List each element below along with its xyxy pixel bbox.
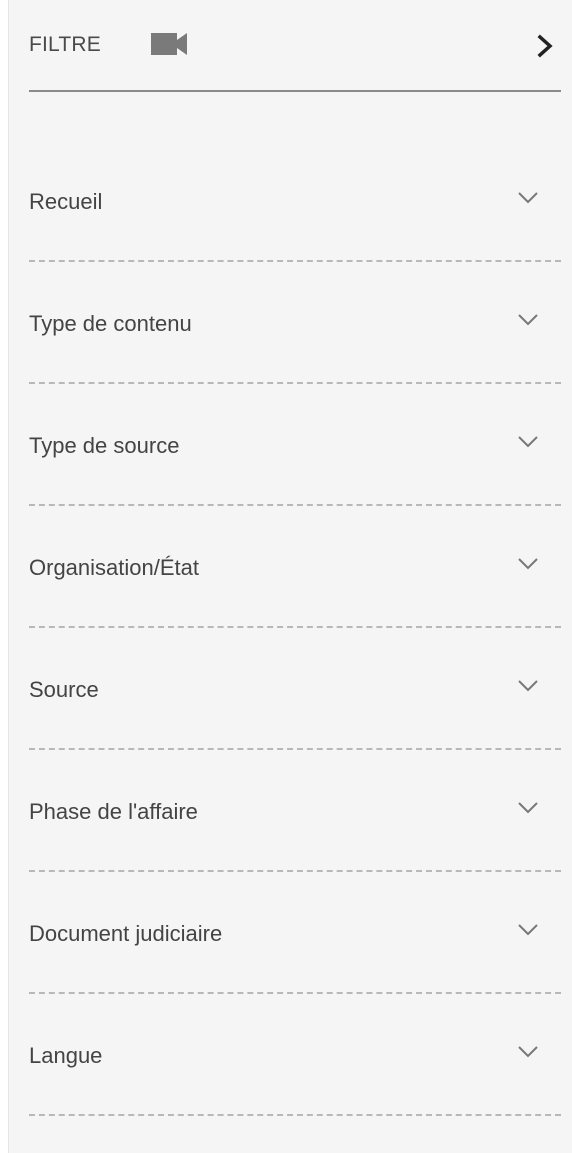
chevron-down-icon[interactable]	[517, 435, 539, 449]
chevron-right-icon[interactable]	[533, 32, 557, 60]
video-camera-icon	[151, 33, 187, 55]
filter-label: Type de contenu	[29, 311, 192, 336]
chevron-down-icon[interactable]	[517, 313, 539, 327]
filter-header: FILTRE	[29, 0, 561, 92]
filter-type-de-contenu[interactable]: Type de contenu	[29, 262, 561, 384]
filter-title: FILTRE	[29, 33, 101, 56]
filter-source[interactable]: Source	[29, 628, 561, 750]
filter-label: Source	[29, 677, 99, 702]
filter-label: Type de source	[29, 433, 180, 458]
filter-list: Recueil Type de contenu Type de source O…	[29, 140, 561, 1116]
filter-recueil[interactable]: Recueil	[29, 140, 561, 262]
chevron-down-icon[interactable]	[517, 801, 539, 815]
filter-document-judiciaire[interactable]: Document judiciaire	[29, 872, 561, 994]
chevron-down-icon[interactable]	[517, 1045, 539, 1059]
chevron-down-icon[interactable]	[517, 679, 539, 693]
filter-panel: FILTRE Recueil Type de contenu Type de s…	[8, 0, 572, 1153]
chevron-down-icon[interactable]	[517, 923, 539, 937]
filter-label: Recueil	[29, 189, 103, 214]
filter-type-de-source[interactable]: Type de source	[29, 384, 561, 506]
filter-langue[interactable]: Langue	[29, 994, 561, 1116]
chevron-down-icon[interactable]	[517, 191, 539, 205]
filter-label: Phase de l'affaire	[29, 799, 198, 824]
filter-label: Langue	[29, 1043, 103, 1068]
filter-label: Document judiciaire	[29, 921, 223, 946]
filter-organisation-etat[interactable]: Organisation/État	[29, 506, 561, 628]
filter-phase-de-laffaire[interactable]: Phase de l'affaire	[29, 750, 561, 872]
filter-label: Organisation/État	[29, 555, 199, 580]
chevron-down-icon[interactable]	[517, 557, 539, 571]
